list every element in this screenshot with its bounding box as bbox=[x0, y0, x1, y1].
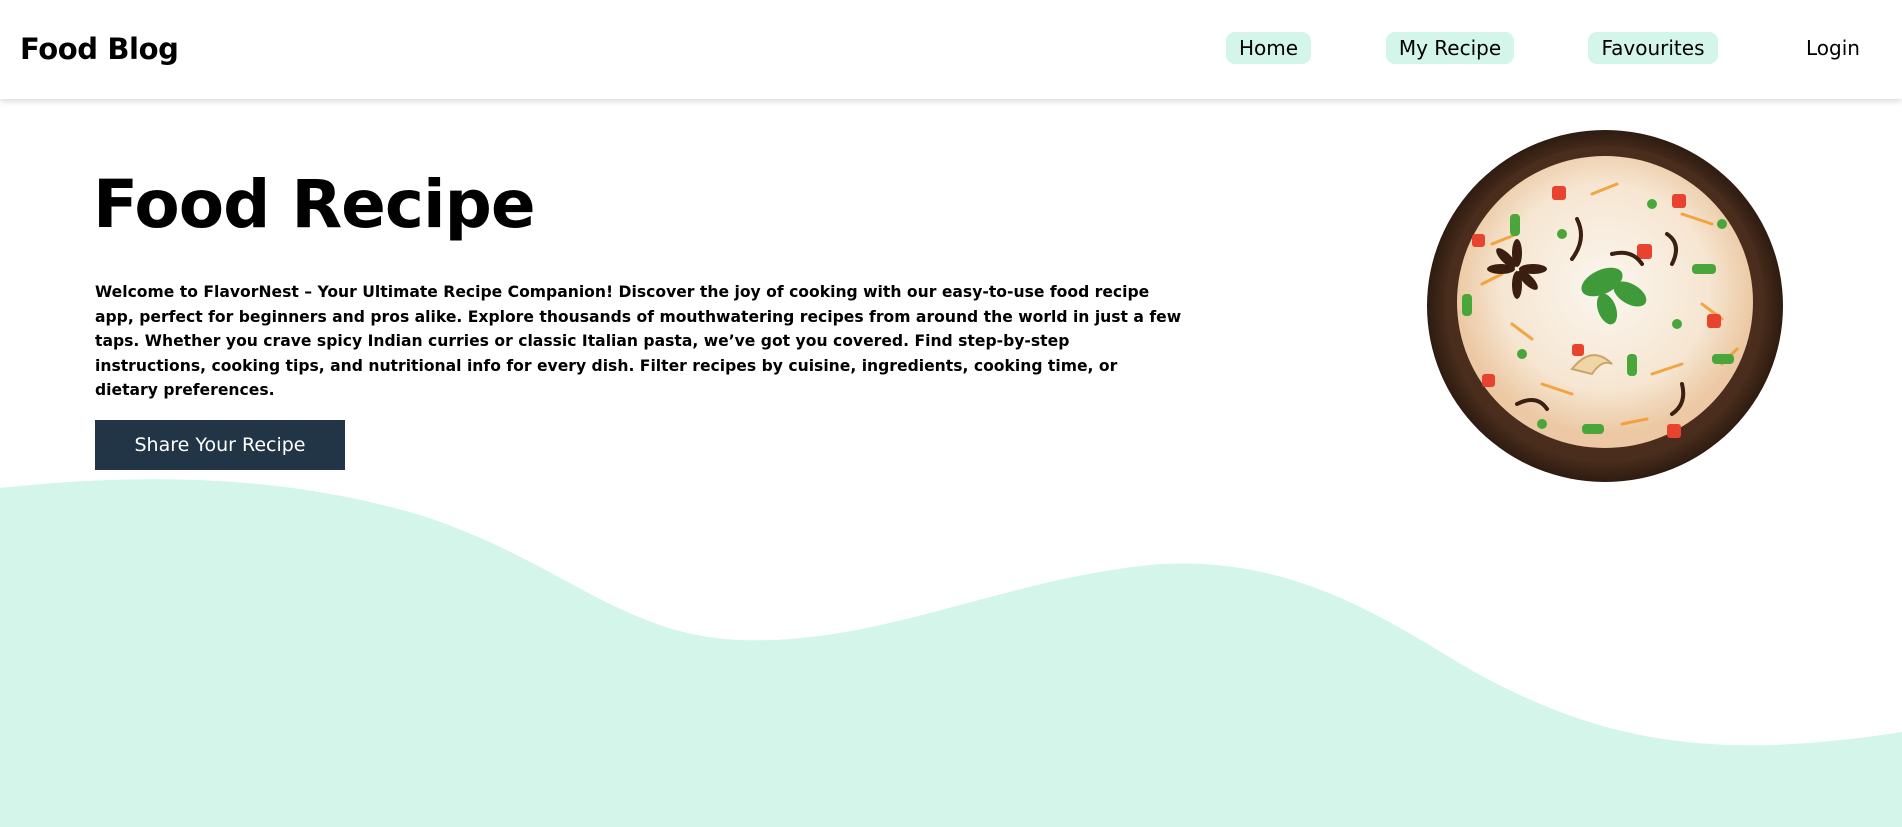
biryani-bowl-image bbox=[1427, 130, 1783, 482]
top-navbar: Food Blog Home My Recipe Favourites Logi… bbox=[0, 0, 1902, 99]
brand-logo-text[interactable]: Food Blog bbox=[20, 29, 179, 69]
nav-home[interactable]: Home bbox=[1226, 32, 1311, 64]
nav-login[interactable]: Login bbox=[1785, 32, 1881, 64]
hero-description: Welcome to FlavorNest – Your Ultimate Re… bbox=[95, 283, 1182, 399]
hero-title: Food Recipe bbox=[93, 166, 536, 243]
mint-wave-background bbox=[0, 479, 1902, 827]
share-recipe-button[interactable]: Share Your Recipe bbox=[95, 420, 345, 470]
landing-page: Food Blog Home My Recipe Favourites Logi… bbox=[0, 0, 1902, 827]
nav-favourites[interactable]: Favourites bbox=[1588, 32, 1718, 64]
nav-my-recipe[interactable]: My Recipe bbox=[1386, 32, 1514, 64]
